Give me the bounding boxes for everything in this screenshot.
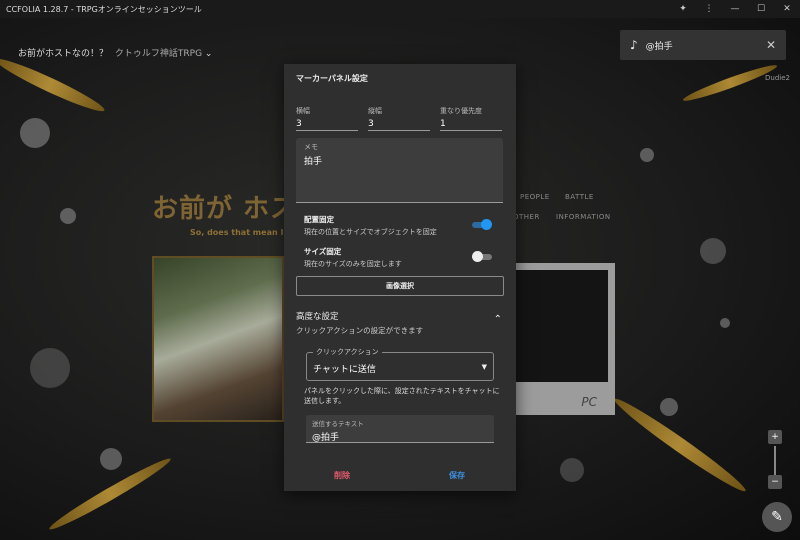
image-select-button[interactable]: 画像選択 [296,276,504,296]
size-lock-toggle[interactable] [472,251,492,262]
toast-text: @拍手 [645,41,673,52]
size-lock-title: サイズ固定 [304,247,342,256]
zoom-out-button[interactable]: − [768,475,782,489]
height-value: 3 [368,119,374,129]
polaroid-frame: PC [505,263,615,415]
click-action-help: パネルをクリックした際に、設定されたテキストをチャットに送信します。 [304,387,500,405]
chat-toast[interactable]: ♪ @拍手 ✕ [620,30,786,60]
scene-menu-people: PEOPLE [520,193,550,201]
save-button[interactable]: 保存 [449,470,465,481]
send-text-field[interactable]: 送信するテキスト @拍手 [306,415,494,443]
close-button[interactable]: ✕ [774,4,800,14]
polaroid-label: PC [581,395,597,409]
drink-photo [152,256,284,422]
order-label: 重なり優先度 [440,107,482,115]
dialog-title: マーカーパネル設定 [296,74,368,83]
window-title: CCFOLIA 1.28.7 - TRPGオンラインセッションツール [6,4,202,14]
dropdown-arrow-icon: ▼ [481,363,487,371]
delete-button[interactable]: 削除 [334,470,350,481]
advanced-desc: クリックアクションの設定ができます [296,326,424,335]
height-field[interactable]: 縦幅 3 [368,106,430,131]
marker-panel-dialog: マーカーパネル設定 横幅 3 縦幅 3 重なり優先度 1 メモ 拍手 配置固定 … [284,64,516,491]
send-text-value: @拍手 [312,433,340,443]
puzzle-icon[interactable]: ✦ [670,4,696,14]
maximize-button[interactable]: ☐ [748,4,774,14]
room-system: クトゥルフ神話TRPG [114,49,203,59]
click-action-value: チャットに送信 [313,365,376,375]
width-value: 3 [296,119,302,129]
window-titlebar: CCFOLIA 1.28.7 - TRPGオンラインセッションツール ✦ ⋮ —… [0,0,800,18]
chevron-up-icon[interactable]: ⌃ [494,314,502,325]
width-field[interactable]: 横幅 3 [296,106,358,131]
position-lock-toggle[interactable] [472,219,492,230]
order-value: 1 [440,119,446,129]
memo-field[interactable]: メモ 拍手 [296,138,503,203]
edit-button[interactable]: ✎ [762,502,792,532]
zoom-in-button[interactable]: + [768,430,782,444]
music-note-icon: ♪ [630,38,638,52]
room-header[interactable]: お前がホストなの！？ クトゥルフ神話TRPG ⌄ [18,46,212,59]
position-lock-setting: 配置固定 現在の位置とサイズでオブジェクトを固定 [304,214,437,237]
size-lock-desc: 現在のサイズのみを固定します [304,260,402,268]
send-text-label: 送信するテキスト [312,420,364,428]
order-field[interactable]: 重なり優先度 1 [440,106,502,131]
advanced-settings-header[interactable]: 高度な設定 クリックアクションの設定ができます [296,310,423,336]
position-lock-title: 配置固定 [304,215,334,224]
width-label: 横幅 [296,107,310,115]
scene-subtitle: So, does that mean I [190,228,284,237]
zoom-slider[interactable] [774,446,776,476]
advanced-title: 高度な設定 [296,312,339,322]
pencil-icon: ✎ [771,509,783,525]
memo-label: メモ [304,143,318,151]
more-icon[interactable]: ⋮ [696,4,722,14]
click-action-label: クリックアクション [313,347,382,357]
room-name: お前がホストなの！？ [18,49,109,59]
click-action-select[interactable]: クリックアクション チャットに送信 ▼ [306,347,494,381]
scene-menu-battle: BATTLE [565,193,594,201]
user-name[interactable]: Dudie2 [765,74,790,82]
height-label: 縦幅 [368,107,382,115]
scene-menu-other: OTHER [513,213,540,221]
close-icon[interactable]: ✕ [766,38,776,52]
minimize-button[interactable]: — [722,4,748,14]
chevron-down-icon: ⌄ [204,49,213,59]
scene-menu-information: INFORMATION [556,213,611,221]
memo-value: 拍手 [304,157,323,167]
size-lock-setting: サイズ固定 現在のサイズのみを固定します [304,246,402,269]
position-lock-desc: 現在の位置とサイズでオブジェクトを固定 [304,228,437,236]
